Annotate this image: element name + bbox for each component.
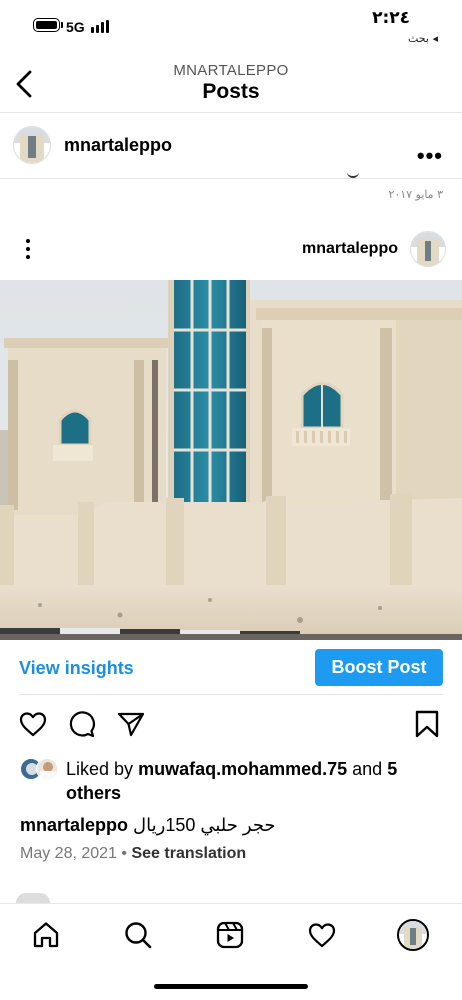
back-to-app-link[interactable]: بحث ◂ (408, 32, 438, 45)
caption-text: حجر حلبي 150ريال (133, 815, 276, 835)
signal-icon (91, 20, 113, 33)
header-divider (0, 112, 462, 113)
bookmark-icon[interactable] (412, 709, 442, 739)
page-title: Posts (202, 80, 260, 103)
liker-avatar (36, 758, 58, 780)
prev-post-username[interactable]: mnartaleppo (64, 135, 172, 156)
prev-post-divider (0, 178, 462, 179)
post-date: May 28, 2021 (20, 845, 117, 862)
prev-post-avatar[interactable] (13, 126, 51, 164)
see-translation-link[interactable]: See translation (131, 845, 246, 862)
comment-icon[interactable] (66, 709, 96, 739)
caption: mnartaleppo حجر حلبي 150ريال (20, 815, 276, 836)
heart-icon[interactable] (18, 709, 48, 739)
post-meta: May 28, 2021 • See translation (20, 845, 246, 863)
prev-post-date: ٣ مايو ٢٠١٧ (388, 188, 443, 201)
post-photo[interactable] (0, 280, 462, 640)
share-icon[interactable] (116, 709, 146, 739)
tab-profile[interactable] (396, 918, 430, 952)
battery-tip (61, 22, 63, 28)
post-avatar[interactable] (410, 231, 446, 267)
liked-by-text[interactable]: Liked by muwafaq.mohammed.75 and 5 other… (66, 757, 446, 805)
liked-by-and: and (352, 759, 383, 779)
tab-activity[interactable] (305, 918, 339, 952)
caption-username[interactable]: mnartaleppo (20, 815, 128, 835)
tab-reels[interactable] (213, 918, 247, 952)
profile-avatar (397, 919, 429, 951)
home-icon (33, 922, 59, 948)
tab-search[interactable] (121, 918, 155, 952)
header-username: MNARTALEPPO (173, 62, 289, 79)
activity-heart-icon (308, 923, 336, 948)
search-icon (125, 922, 152, 949)
reels-icon (216, 921, 244, 949)
meta-separator: • (121, 845, 128, 862)
insights-divider (19, 694, 443, 695)
status-time: ٢:٢٤ (372, 8, 410, 28)
liked-by-prefix: Liked by (66, 759, 134, 779)
battery-icon (33, 18, 60, 32)
view-insights-link[interactable]: View insights (19, 658, 134, 679)
boost-post-button[interactable]: Boost Post (315, 649, 443, 686)
home-indicator (154, 984, 308, 989)
next-post-avatar-peek (16, 893, 50, 903)
tab-home[interactable] (29, 918, 63, 952)
liked-by-user[interactable]: muwafaq.mohammed.75 (138, 759, 347, 779)
liked-by-avatars[interactable] (20, 758, 62, 782)
post-options-icon[interactable] (24, 238, 32, 260)
more-options-icon[interactable]: ••• (417, 145, 443, 167)
partial-caption-glyph (347, 172, 367, 178)
network-type: 5G (66, 19, 85, 35)
post-username[interactable]: mnartaleppo (302, 240, 398, 258)
